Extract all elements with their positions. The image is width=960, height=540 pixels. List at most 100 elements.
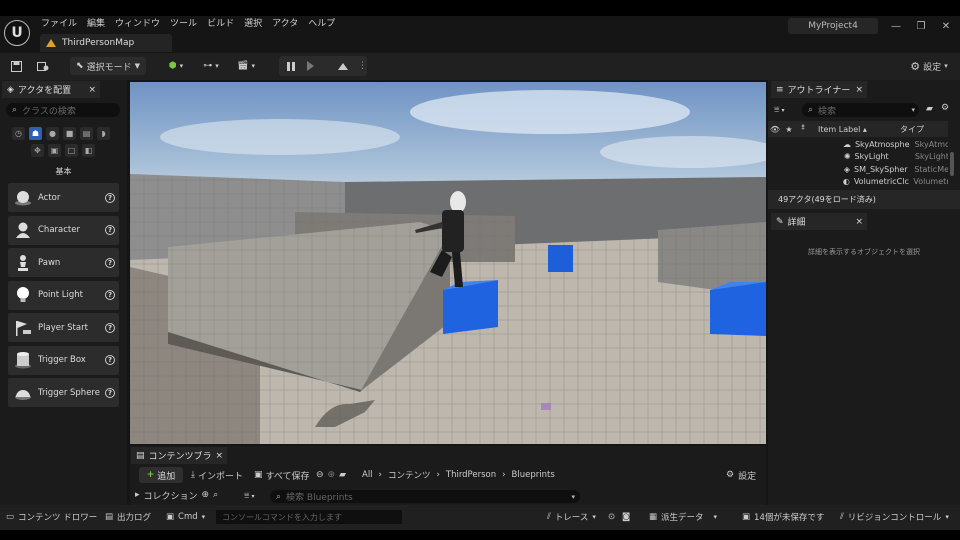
menu-actor[interactable]: アクタ [267,16,303,32]
actor-item[interactable]: Actor ? [8,183,119,212]
unreal-logo-icon[interactable]: U [4,20,30,46]
filter-dropdown[interactable]: ⩸ ▾ [244,490,255,502]
step-icon[interactable] [307,61,314,71]
shapes-category-icon[interactable]: ■ [63,127,76,140]
add-actor-dropdown[interactable]: ⬢ ▾ [164,57,188,75]
eject-icon[interactable] [338,62,348,70]
outliner-row[interactable]: ◐ VolumetricClc Volumetr [768,176,948,189]
minimize-icon[interactable]: — [888,18,904,34]
maximize-icon[interactable]: ❐ [913,18,929,34]
folder-add-icon[interactable]: ▰ [926,104,933,114]
filter-dropdown[interactable]: ⩸ ▾ [774,104,796,116]
trigger-box-item[interactable]: Trigger Box ? [8,345,119,375]
select-mode-dropdown[interactable]: ⬉ 選択モード ▼ [70,57,146,75]
unsaved-button[interactable]: ▣ 14個が未保存です [742,510,824,524]
basic-category-icon[interactable]: ☗ [29,127,42,140]
folder-icon[interactable]: ▰ [339,470,346,480]
outliner-search-placeholder: 検索 [818,106,837,117]
recent-icon[interactable]: ◷ [12,127,25,140]
menu-window[interactable]: ウィンドウ [110,16,165,32]
geometry-category-icon[interactable]: ✥ [31,144,44,157]
record-icon[interactable]: ⊙ [608,510,615,524]
star-icon[interactable]: ★ [782,125,796,134]
gear-icon[interactable]: ⚙ [941,103,949,113]
tab-details[interactable]: ✎ 詳細 × [771,213,867,230]
content-settings-button[interactable]: ⚙ 設定 [726,467,756,483]
forward-icon[interactable]: ⊕ [328,470,336,480]
class-search-input[interactable]: ⌕ クラスの検索 [6,103,120,117]
outliner-row[interactable]: ☁ SkyAtmosphe SkyAtmc [768,138,948,151]
source-control-icon[interactable] [36,57,50,75]
pause-icon[interactable] [287,61,295,71]
outliner-row[interactable]: ◈ SM_SkySpher StaticMe [768,163,948,176]
point-light-item[interactable]: Point Light ? [8,280,119,310]
crumb-thirdperson[interactable]: ThirdPerson [446,470,496,480]
derived-data-dropdown[interactable]: ▦ 派生データ ▾ [649,510,717,524]
help-icon[interactable]: ? [105,257,115,268]
collections-header[interactable]: ▸ コレクション ⊕ ⌕ [135,488,218,502]
close-icon[interactable]: × [855,85,863,95]
all-classes-icon[interactable]: □ [65,144,78,157]
outliner-search-input[interactable]: ⌕ 検索 ▾ [802,103,919,117]
tab-outliner[interactable]: ≡ アウトライナー × [771,81,867,98]
more-options-icon[interactable]: ⋮ [358,61,367,71]
back-icon[interactable]: ⊖ [316,470,324,480]
extra-category-icon[interactable]: ◧ [82,144,95,157]
search-icon[interactable]: ⌕ [213,490,218,500]
help-icon[interactable]: ? [105,322,115,333]
help-icon[interactable]: ? [105,225,115,235]
asset-search-input[interactable]: ⌕ 検索 Blueprints ▾ [270,490,580,503]
content-drawer-button[interactable]: ▭ コンテンツ ドロワー [6,510,97,524]
settings-button[interactable]: ⚙ 設定 ▾ [905,57,953,75]
output-log-button[interactable]: ▤ 出力ログ [105,510,151,524]
close-icon[interactable]: × [88,85,96,95]
player-start-item[interactable]: Player Start ? [8,313,119,342]
menu-select[interactable]: 選択 [239,16,267,32]
camera-icon[interactable]: ◙ [622,510,630,524]
tab-place-actors[interactable]: ◈ アクタを配置 × [2,81,100,98]
crumb-content[interactable]: コンテンツ [388,469,431,481]
save-icon[interactable] [9,57,23,75]
close-icon[interactable]: × [215,451,223,461]
tab-details-label: 詳細 [787,218,806,228]
menu-build[interactable]: ビルド [202,16,239,32]
character-item[interactable]: Character ? [8,215,119,245]
menu-help[interactable]: ヘルプ [303,16,340,32]
menu-edit[interactable]: 編集 [82,16,110,32]
help-icon[interactable]: ? [105,387,115,398]
trigger-sphere-item[interactable]: Trigger Sphere ? [8,378,119,407]
level-viewport[interactable] [130,82,766,444]
help-icon[interactable]: ? [105,355,115,365]
menu-file[interactable]: ファイル [36,16,82,32]
pin-icon[interactable]: ⯒ [796,122,810,136]
help-icon[interactable]: ? [105,290,115,300]
outliner-scrollbar[interactable] [950,152,954,176]
visual-effects-icon[interactable]: ◗ [97,127,110,140]
save-all-button[interactable]: ▣ すべて保存 [254,467,310,483]
revision-control-dropdown[interactable]: ⫽ リビジョンコントロール ▾ [840,510,949,524]
add-button[interactable]: + 追加 [139,467,183,483]
add-collection-icon[interactable]: ⊕ [202,490,210,500]
map-tab[interactable]: ThirdPersonMap [40,34,172,52]
cinematic-category-icon[interactable]: ▤ [80,127,93,140]
blueprint-dropdown[interactable]: ⊶ ▾ [199,57,223,75]
cmd-dropdown[interactable]: ▣ Cmd ▾ [166,510,205,524]
cinematics-dropdown[interactable]: 🎬︎ ▾ [234,57,258,75]
type-column[interactable]: タイプ [894,124,924,135]
help-icon[interactable]: ? [105,192,115,203]
menu-tools[interactable]: ツール [165,16,202,32]
light-category-icon[interactable]: ● [46,127,59,140]
close-icon[interactable]: × [855,217,863,227]
console-input[interactable]: コンソールコマンドを入力します [216,510,402,524]
crumb-all[interactable]: All [362,470,373,480]
import-button[interactable]: ⤓ インポート [191,467,243,483]
pawn-item[interactable]: Pawn ? [8,248,119,277]
outliner-row[interactable]: ✺ SkyLight SkyLight [768,151,948,164]
trace-dropdown[interactable]: ⫽ トレース ▾ [547,510,596,524]
crumb-blueprints[interactable]: Blueprints [512,470,555,480]
tab-content-browser[interactable]: ▤ コンテンツブラウ... × [131,447,227,464]
eye-icon[interactable]: 👁︎ [768,125,782,134]
volumes-category-icon[interactable]: ▣ [48,144,61,157]
close-icon[interactable]: ✕ [938,18,954,34]
item-label-column[interactable]: Item Label ▴ [810,125,894,134]
